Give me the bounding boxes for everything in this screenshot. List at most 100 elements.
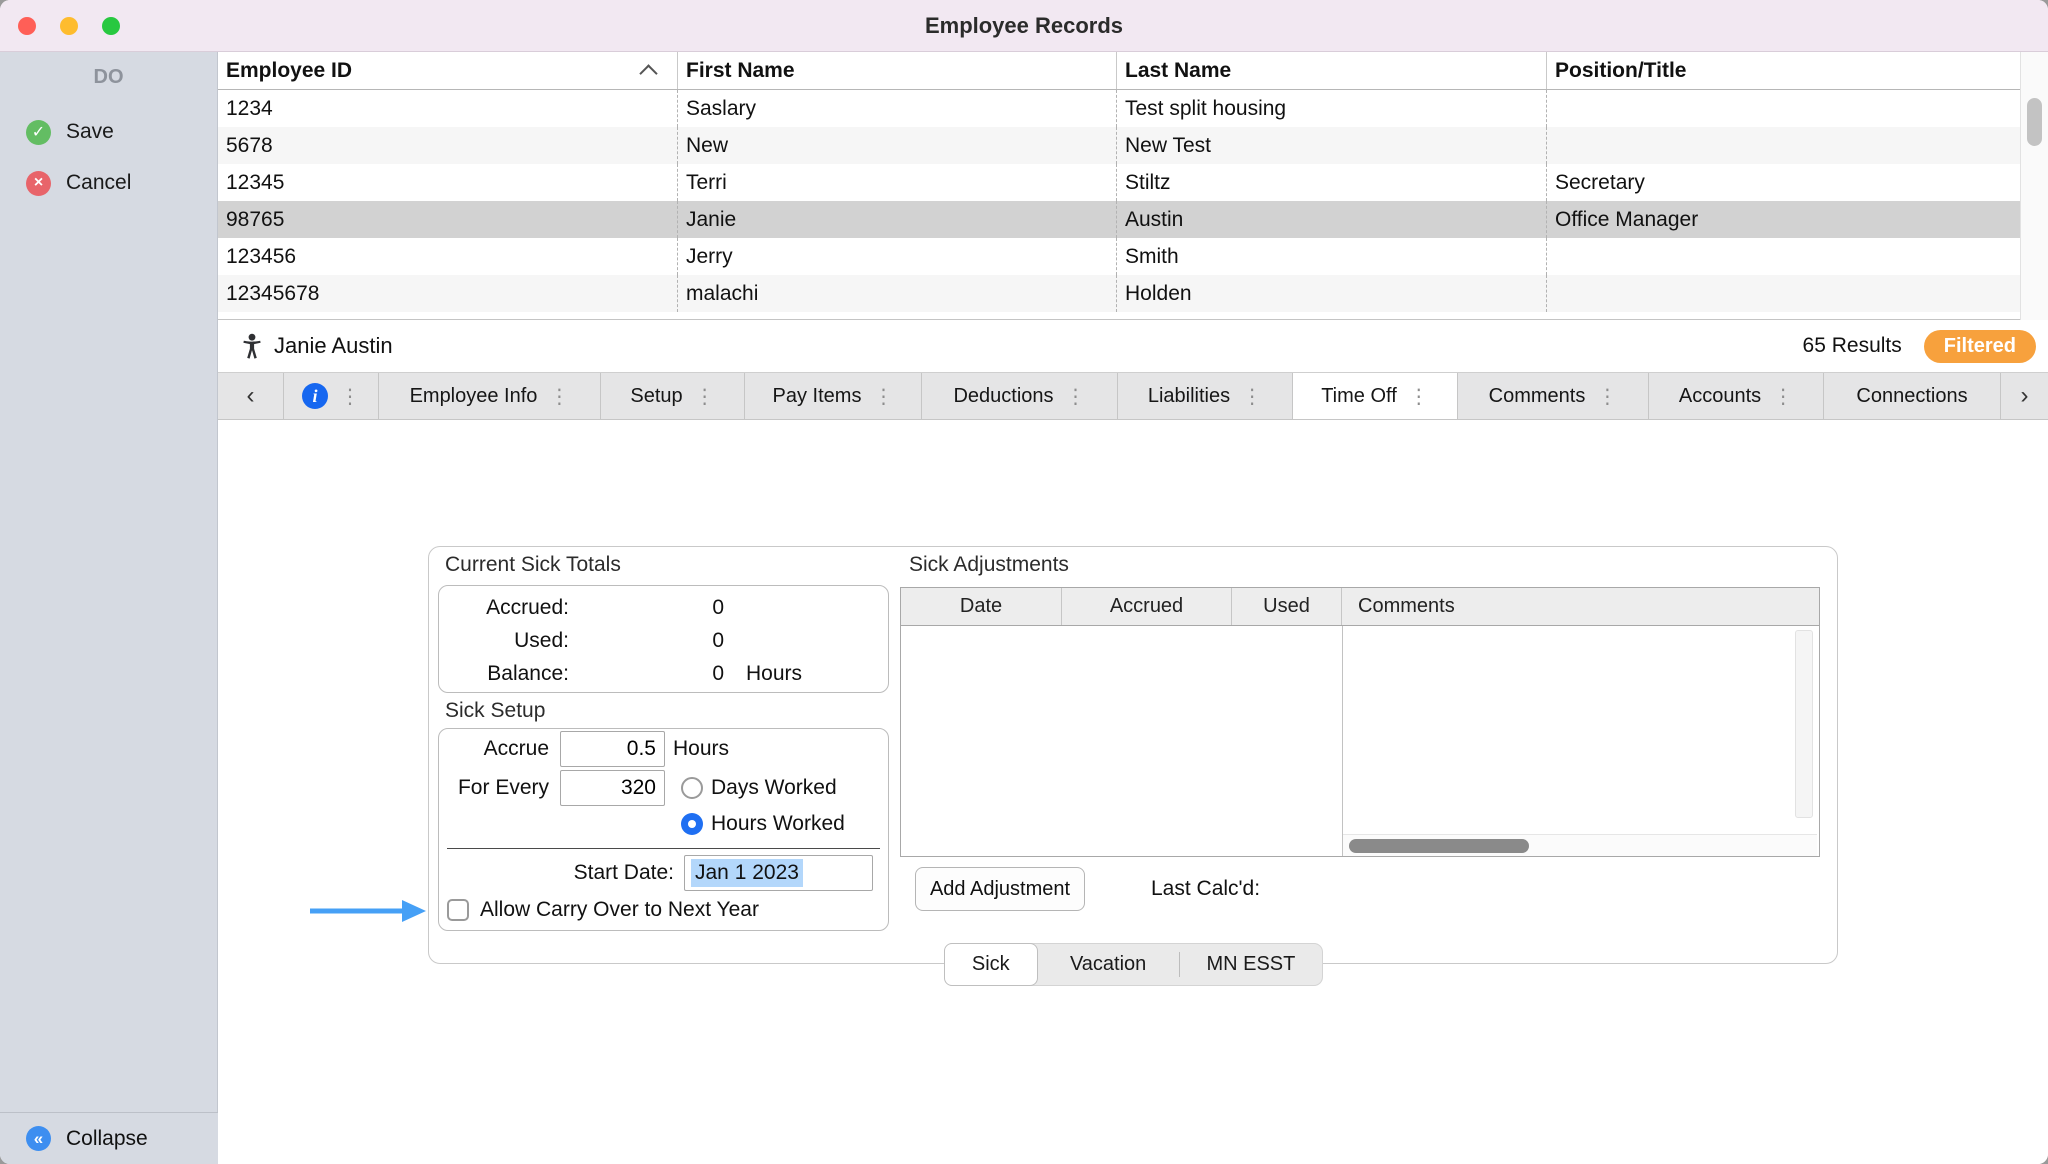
comments-horizontal-scrollbar[interactable]	[1343, 834, 1817, 856]
table-vertical-scrollbar[interactable]	[2020, 52, 2048, 320]
cell-employee-id[interactable]: 5678	[218, 127, 678, 164]
collapse-button[interactable]: « Collapse	[0, 1112, 218, 1164]
close-window-button[interactable]	[18, 17, 36, 35]
accrue-unit: Hours	[673, 737, 729, 761]
cell-position[interactable]	[1547, 238, 1992, 275]
cell-employee-id[interactable]: 123456	[218, 238, 678, 275]
table-scrollbar-thumb[interactable]	[2027, 98, 2042, 146]
kebab-menu-icon[interactable]: ⋮	[873, 384, 893, 409]
accrued-label: Accrued:	[439, 596, 569, 620]
table-row[interactable]: 123456 Jerry Smith	[218, 238, 2048, 275]
tab-pay-items[interactable]: Pay Items ⋮	[745, 373, 922, 419]
hours-worked-radio[interactable]	[681, 813, 703, 835]
kebab-menu-icon[interactable]: ⋮	[1242, 384, 1262, 409]
start-date-label: Start Date:	[439, 861, 674, 885]
cell-first-name[interactable]: New	[678, 127, 1117, 164]
cell-last-name[interactable]: Austin	[1117, 201, 1547, 238]
cell-last-name[interactable]: Stiltz	[1117, 164, 1547, 201]
balance-label: Balance:	[439, 662, 569, 686]
cell-employee-id[interactable]: 12345678	[218, 275, 678, 312]
table-row[interactable]: 1234 Saslary Test split housing	[218, 90, 2048, 127]
cell-first-name[interactable]: Janie	[678, 201, 1117, 238]
add-adjustment-button[interactable]: Add Adjustment	[915, 867, 1085, 911]
cell-last-name[interactable]: Holden	[1117, 275, 1547, 312]
tab-sick[interactable]: Sick	[944, 943, 1038, 986]
days-worked-radio[interactable]	[681, 777, 703, 799]
cell-position[interactable]	[1547, 275, 1992, 312]
cell-last-name[interactable]: New Test	[1117, 127, 1547, 164]
cell-position[interactable]	[1547, 90, 1992, 127]
kebab-menu-icon[interactable]: ⋮	[1773, 384, 1793, 409]
cell-position[interactable]	[1547, 127, 1992, 164]
cancel-label: Cancel	[66, 171, 131, 195]
used-value: 0	[569, 629, 724, 653]
current-sick-totals-title: Current Sick Totals	[445, 553, 621, 577]
sick-adjustments-title: Sick Adjustments	[909, 553, 1069, 577]
sick-category-tabs: Sick Vacation MN ESST	[944, 943, 1323, 986]
kebab-menu-icon[interactable]: ⋮	[695, 384, 715, 409]
balance-value: 0	[569, 662, 724, 686]
kebab-menu-icon[interactable]: ⋮	[1409, 384, 1429, 409]
filtered-badge[interactable]: Filtered	[1924, 330, 2036, 363]
horizontal-scrollbar-thumb[interactable]	[1349, 839, 1529, 853]
window-title: Employee Records	[925, 13, 1123, 39]
cell-position[interactable]: Office Manager	[1547, 201, 1992, 238]
column-header-employee-id[interactable]: Employee ID	[218, 52, 678, 89]
cancel-button[interactable]: × Cancel	[0, 166, 217, 200]
cell-last-name[interactable]: Smith	[1117, 238, 1547, 275]
cell-first-name[interactable]: Saslary	[678, 90, 1117, 127]
cell-employee-id[interactable]: 98765	[218, 201, 678, 238]
days-worked-label: Days Worked	[711, 776, 837, 800]
tab-vacation[interactable]: Vacation	[1038, 944, 1179, 985]
save-button[interactable]: ✓ Save	[0, 115, 217, 149]
cell-first-name[interactable]: malachi	[678, 275, 1117, 312]
tab-info[interactable]: i ⋮	[284, 373, 379, 419]
carry-over-checkbox[interactable]	[447, 899, 469, 921]
tab-time-off[interactable]: Time Off ⋮	[1293, 373, 1458, 419]
tab-deductions[interactable]: Deductions ⋮	[922, 373, 1118, 419]
sick-setup-box: Accrue Hours For Every Days Worked Hours…	[438, 728, 889, 931]
tab-accounts[interactable]: Accounts ⋮	[1649, 373, 1824, 419]
current-sick-totals-box: Accrued: 0 Used: 0 Balance: 0 Hours	[438, 585, 889, 693]
adj-column-accrued: Accrued	[1062, 588, 1232, 625]
tab-connections[interactable]: Connections	[1824, 373, 2001, 419]
collapse-label: Collapse	[66, 1127, 148, 1151]
table-row[interactable]: 12345678 malachi Holden	[218, 275, 2048, 312]
tabs-scroll-left-button[interactable]: ‹	[218, 373, 284, 419]
minimize-window-button[interactable]	[60, 17, 78, 35]
comments-vertical-scrollbar[interactable]	[1795, 630, 1813, 818]
tab-liabilities[interactable]: Liabilities ⋮	[1118, 373, 1293, 419]
last-calcd-label: Last Calc'd:	[1151, 877, 1260, 901]
sort-ascending-icon	[639, 64, 657, 82]
table-row-selected[interactable]: 98765 Janie Austin Office Manager	[218, 201, 2048, 238]
table-row[interactable]: 12345 Terri Stiltz Secretary	[218, 164, 2048, 201]
kebab-menu-icon[interactable]: ⋮	[549, 384, 569, 409]
cell-position[interactable]: Secretary	[1547, 164, 1992, 201]
cell-first-name[interactable]: Terri	[678, 164, 1117, 201]
used-label: Used:	[439, 629, 569, 653]
kebab-menu-icon[interactable]: ⋮	[1597, 384, 1617, 409]
cell-employee-id[interactable]: 1234	[218, 90, 678, 127]
cell-employee-id[interactable]: 12345	[218, 164, 678, 201]
tab-comments[interactable]: Comments ⋮	[1458, 373, 1649, 419]
chevron-right-icon: ›	[2021, 382, 2029, 410]
start-date-input[interactable]: Jan 1 2023	[684, 855, 873, 891]
kebab-menu-icon[interactable]: ⋮	[1066, 384, 1086, 409]
cell-last-name[interactable]: Test split housing	[1117, 90, 1547, 127]
column-header-first-name[interactable]: First Name	[678, 52, 1117, 89]
adj-column-date: Date	[901, 588, 1062, 625]
table-row[interactable]: 5678 New New Test	[218, 127, 2048, 164]
column-header-position[interactable]: Position/Title	[1547, 52, 1992, 89]
accrue-input[interactable]	[560, 731, 665, 767]
for-every-input[interactable]	[560, 770, 665, 806]
tab-setup[interactable]: Setup ⋮	[601, 373, 745, 419]
zoom-window-button[interactable]	[102, 17, 120, 35]
tab-employee-info[interactable]: Employee Info ⋮	[379, 373, 601, 419]
tab-mn-esst[interactable]: MN ESST	[1180, 944, 1322, 985]
record-tab-bar: ‹ i ⋮ Employee Info ⋮ Setup ⋮ Pay Items …	[218, 372, 2048, 420]
hours-worked-label: Hours Worked	[711, 812, 845, 836]
cell-first-name[interactable]: Jerry	[678, 238, 1117, 275]
kebab-menu-icon[interactable]: ⋮	[340, 384, 360, 409]
column-header-last-name[interactable]: Last Name	[1117, 52, 1547, 89]
tabs-scroll-right-button[interactable]: ›	[2001, 373, 2048, 419]
